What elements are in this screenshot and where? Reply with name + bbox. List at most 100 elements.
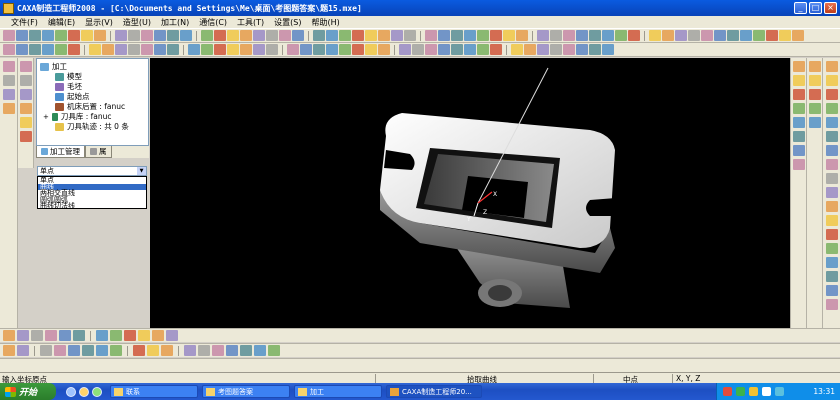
toolbar-tool-icon[interactable] — [339, 44, 351, 55]
toolbar-tool-icon[interactable] — [240, 30, 252, 41]
menu-machining[interactable]: 加工(N) — [156, 17, 194, 28]
toolbar-tool-icon[interactable] — [81, 30, 93, 41]
toolbar-tool-icon[interactable] — [563, 30, 575, 41]
toolbar-tool-icon[interactable] — [40, 345, 52, 356]
menu-modeling[interactable]: 造型(U) — [118, 17, 156, 28]
toolbar-tool-icon[interactable] — [184, 345, 196, 356]
toolbar-tool-icon[interactable] — [55, 30, 67, 41]
toolbar-tool-icon[interactable] — [425, 44, 437, 55]
toolbar-tool-icon[interactable] — [110, 330, 122, 341]
toolbar-tool-icon[interactable] — [201, 30, 213, 41]
toolbar-tool-icon[interactable] — [115, 30, 127, 41]
toolbar-tool-icon[interactable] — [16, 30, 28, 41]
menu-help[interactable]: 帮助(H) — [307, 17, 345, 28]
toolbar-tool-icon[interactable] — [550, 30, 562, 41]
vertical-tool-icon[interactable] — [825, 131, 838, 142]
toolbar-tool-icon[interactable] — [102, 44, 114, 55]
start-button[interactable]: 开始 — [0, 383, 56, 400]
toolbar-tool-icon[interactable] — [59, 330, 71, 341]
toolbar-tool-icon[interactable] — [464, 44, 476, 55]
toolbar-tool-icon[interactable] — [503, 30, 515, 41]
vertical-tool-icon[interactable] — [19, 89, 32, 100]
vertical-tool-icon[interactable] — [825, 187, 838, 198]
toolbar-tool-icon[interactable] — [313, 30, 325, 41]
toolbar-tool-icon[interactable] — [3, 44, 15, 55]
toolbar-tool-icon[interactable] — [464, 30, 476, 41]
toolbar-tool-icon[interactable] — [550, 44, 562, 55]
menu-communication[interactable]: 通信(C) — [194, 17, 232, 28]
toolbar-tool-icon[interactable] — [438, 44, 450, 55]
task-button-machining[interactable]: 加工 — [294, 385, 382, 398]
toolbar-tool-icon[interactable] — [266, 44, 278, 55]
tray-icon[interactable] — [723, 387, 732, 396]
vertical-tool-icon[interactable] — [792, 145, 805, 156]
toolbar-tool-icon[interactable] — [154, 30, 166, 41]
toolbar-tool-icon[interactable] — [68, 30, 80, 41]
toolbar-tool-icon[interactable] — [326, 30, 338, 41]
toolbar-tool-icon[interactable] — [524, 44, 536, 55]
toolbar-tool-icon[interactable] — [188, 44, 200, 55]
vertical-tool-icon[interactable] — [19, 117, 32, 128]
toolbar-tool-icon[interactable] — [589, 30, 601, 41]
vertical-tool-icon[interactable] — [808, 75, 821, 86]
toolbar-tool-icon[interactable] — [29, 44, 41, 55]
toolbar-tool-icon[interactable] — [226, 345, 238, 356]
toolbar-tool-icon[interactable] — [45, 330, 57, 341]
toolbar-tool-icon[interactable] — [161, 345, 173, 356]
vertical-tool-icon[interactable] — [792, 89, 805, 100]
toolbar-tool-icon[interactable] — [714, 30, 726, 41]
vertical-tool-icon[interactable] — [825, 103, 838, 114]
toolbar-tool-icon[interactable] — [254, 345, 266, 356]
tab-machining-manager[interactable]: 加工管理 — [36, 146, 85, 158]
toolbar-tool-icon[interactable] — [753, 30, 765, 41]
toolbar-tool-icon[interactable] — [96, 345, 108, 356]
vertical-tool-icon[interactable] — [825, 159, 838, 170]
vertical-tool-icon[interactable] — [825, 145, 838, 156]
toolbar-tool-icon[interactable] — [490, 44, 502, 55]
toolbar-tool-icon[interactable] — [17, 330, 29, 341]
toolbar-tool-icon[interactable] — [602, 30, 614, 41]
toolbar-tool-icon[interactable] — [287, 44, 299, 55]
toolbar-tool-icon[interactable] — [766, 30, 778, 41]
toolbar-tool-icon[interactable] — [128, 30, 140, 41]
toolbar-tool-icon[interactable] — [3, 330, 15, 341]
toolbar-tool-icon[interactable] — [253, 30, 265, 41]
vertical-tool-icon[interactable] — [2, 75, 15, 86]
vertical-tool-icon[interactable] — [792, 61, 805, 72]
vertical-tool-icon[interactable] — [825, 243, 838, 254]
toolbar-tool-icon[interactable] — [268, 345, 280, 356]
toolbar-tool-icon[interactable] — [451, 44, 463, 55]
vertical-tool-icon[interactable] — [825, 257, 838, 268]
option-item[interactable]: 曲线切法线 — [38, 203, 146, 210]
toolbar-tool-icon[interactable] — [649, 30, 661, 41]
point-type-select[interactable]: 单点 ▼ — [37, 166, 147, 176]
vertical-tool-icon[interactable] — [825, 271, 838, 282]
toolbar-tool-icon[interactable] — [214, 44, 226, 55]
vertical-tool-icon[interactable] — [808, 61, 821, 72]
toolbar-tool-icon[interactable] — [152, 330, 164, 341]
toolbar-tool-icon[interactable] — [82, 345, 94, 356]
toolbar-tool-icon[interactable] — [54, 345, 66, 356]
toolbar-tool-icon[interactable] — [326, 44, 338, 55]
toolbar-tool-icon[interactable] — [180, 30, 192, 41]
toolbar-tool-icon[interactable] — [576, 30, 588, 41]
toolbar-tool-icon[interactable] — [212, 345, 224, 356]
toolbar-tool-icon[interactable] — [701, 30, 713, 41]
toolbar-tool-icon[interactable] — [602, 44, 614, 55]
minimize-button[interactable]: _ — [794, 2, 807, 14]
toolbar-tool-icon[interactable] — [391, 30, 403, 41]
toolbar-tool-icon[interactable] — [198, 345, 210, 356]
vertical-tool-icon[interactable] — [2, 61, 15, 72]
toolbar-tool-icon[interactable] — [3, 30, 15, 41]
toolbar-tool-icon[interactable] — [138, 330, 150, 341]
toolbar-tool-icon[interactable] — [110, 345, 122, 356]
toolbar-tool-icon[interactable] — [141, 30, 153, 41]
toolbar-tool-icon[interactable] — [147, 345, 159, 356]
toolbar-tool-icon[interactable] — [89, 44, 101, 55]
menu-tools[interactable]: 工具(T) — [232, 17, 269, 28]
toolbar-tool-icon[interactable] — [214, 30, 226, 41]
toolbar-tool-icon[interactable] — [96, 330, 108, 341]
toolbar-tool-icon[interactable] — [537, 30, 549, 41]
toolbar-tool-icon[interactable] — [16, 44, 28, 55]
toolbar-tool-icon[interactable] — [792, 30, 804, 41]
